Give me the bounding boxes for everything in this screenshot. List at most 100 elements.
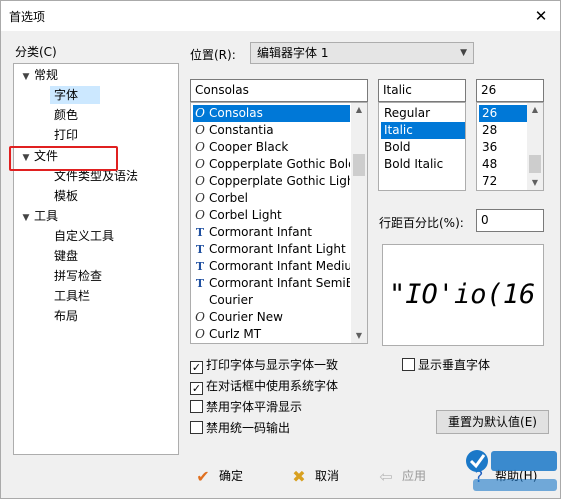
font-style-item[interactable]: Bold Italic [381, 156, 465, 173]
title-bar: 首选项 ✕ [1, 1, 560, 31]
font-size-item[interactable]: 36 [479, 139, 527, 156]
font-name: Constantia [209, 123, 274, 137]
font-style-item[interactable]: Regular [381, 105, 465, 122]
tree-item-label: 字体 [54, 88, 79, 102]
opentype-icon: O [193, 343, 207, 344]
tree-item[interactable]: ▼ 工具 [18, 207, 176, 225]
tree-item[interactable]: 字体 [50, 86, 100, 104]
chevron-down-icon[interactable]: ▼ [18, 209, 34, 227]
font-list-item[interactable]: T Cormorant Infant [193, 224, 350, 241]
font-name: Cormorant Infant Light [209, 242, 346, 256]
highlight-box [9, 146, 118, 171]
tree-item-label: 模板 [54, 189, 79, 203]
scroll-thumb[interactable] [353, 154, 365, 176]
font-preview: "IO'io(16 [382, 244, 544, 346]
dialog-title: 首选项 [9, 10, 46, 24]
tree-item-label: 布局 [54, 309, 79, 323]
scroll-up-icon[interactable]: ▲ [527, 103, 543, 117]
line-spacing-input[interactable]: 0 [476, 209, 544, 232]
ok-label: 确定 [219, 469, 244, 483]
font-list-item[interactable]: O Consolas [193, 105, 350, 122]
tree-item[interactable]: 工具栏 [50, 287, 100, 305]
font-list-item[interactable]: O Copperplate Gothic Bold [193, 156, 350, 173]
tree-item-label: 颜色 [54, 108, 79, 122]
tree-item-label: 键盘 [54, 249, 79, 263]
font-list-item[interactable]: T Cormorant Infant Medium [193, 258, 350, 275]
tree-item[interactable]: 拼写检查 [50, 267, 102, 285]
chevron-down-icon[interactable]: ▼ [18, 68, 34, 86]
font-list-item[interactable]: O Copperplate Gothic Light [193, 173, 350, 190]
font-size-item[interactable]: 28 [479, 122, 527, 139]
checkbox-box [190, 421, 203, 434]
scroll-down-icon[interactable]: ▼ [351, 329, 367, 343]
arrow-left-icon: ⇦ [379, 467, 393, 486]
truetype-icon: T [195, 260, 205, 273]
font-list-item[interactable]: T Cormorant Infant SemiBold [193, 275, 350, 292]
ok-button[interactable]: ✔ 确定 [193, 465, 243, 487]
tree-item[interactable]: 模板 [50, 187, 100, 205]
truetype-icon: T [195, 243, 205, 256]
close-button[interactable]: ✕ [530, 5, 552, 27]
option-checkbox[interactable]: 禁用统一码输出 [190, 420, 290, 436]
font-size-item[interactable]: 26 [479, 105, 527, 122]
font-name: Courier [209, 293, 253, 307]
font-name: Courier New [209, 310, 283, 324]
opentype-icon: O [195, 327, 205, 341]
category-tree[interactable]: ▼ 常规 字体 颜色 打印 ▼ 文件 文件类型及语法 模板 ▼ 工具 自定义工具 键盘 拼写检查 工具栏 布局 [13, 63, 179, 455]
font-list-item[interactable]: O Curlz MT [193, 326, 350, 343]
font-name: Cormorant Infant [209, 225, 312, 239]
option-checkbox[interactable]: 禁用字体平滑显示 [190, 399, 302, 415]
position-value: 编辑器字体 1 [257, 46, 329, 60]
font-style-item[interactable]: Bold [381, 139, 465, 156]
checkbox-box: ✓ [190, 382, 203, 395]
font-style-list[interactable]: Regular Italic Bold Bold Italic [378, 102, 466, 191]
tree-item[interactable]: 打印 [50, 126, 100, 144]
font-list-item[interactable]: Courier [193, 292, 350, 309]
font-list-item[interactable]: ODejaVu Math TeX Gyre [193, 343, 350, 344]
checkbox-box [402, 358, 415, 371]
font-list-item[interactable]: O Corbel Light [193, 207, 350, 224]
reset-defaults-button[interactable]: 重置为默认值(E) [436, 410, 549, 434]
opentype-icon: O [195, 174, 205, 188]
position-select[interactable]: 编辑器字体 1 ▼ [250, 42, 474, 64]
tree-item-label: 工具栏 [54, 289, 91, 303]
font-list[interactable]: O Consolas O Constantia O Cooper Black O Copper… [190, 102, 368, 344]
tree-item[interactable]: 颜色 [50, 106, 100, 124]
chevron-down-icon: ▼ [460, 48, 467, 58]
font-list-item[interactable]: O Constantia [193, 122, 350, 139]
font-list-item[interactable]: O Courier New [193, 309, 350, 326]
cancel-button[interactable]: ✖ 取消 [289, 465, 339, 487]
option-label: 打印字体与显示字体一致 [206, 358, 339, 372]
opentype-icon: O [195, 208, 205, 222]
font-style-item[interactable]: Italic [381, 122, 465, 139]
tree-item[interactable]: ▼ 常规 [18, 66, 176, 84]
tree-item[interactable]: 布局 [50, 307, 100, 325]
font-list-scrollbar[interactable]: ▲ ▼ [351, 103, 367, 343]
font-style-input[interactable]: Italic [378, 79, 466, 102]
option-checkbox[interactable]: ✓ 在对话框中使用系统字体 [190, 378, 338, 395]
checkmark-icon: ✔ [196, 467, 210, 486]
scroll-thumb[interactable] [529, 155, 541, 173]
font-size-item[interactable]: 72 [479, 173, 527, 190]
font-size-input[interactable]: 26 [476, 79, 544, 102]
position-label: 位置(R): [190, 48, 236, 62]
tree-item[interactable]: 自定义工具 [50, 227, 114, 245]
truetype-icon: T [195, 277, 205, 290]
tree-item[interactable]: 键盘 [50, 247, 100, 265]
font-name: Corbel [209, 191, 248, 205]
font-list-item[interactable]: O Corbel [193, 190, 350, 207]
show-vertical-font-checkbox[interactable]: 显示垂直字体 [402, 357, 490, 373]
opentype-icon: O [195, 310, 205, 324]
font-list-item[interactable]: O Cooper Black [193, 139, 350, 156]
option-checkbox[interactable]: ✓ 打印字体与显示字体一致 [190, 357, 339, 374]
font-size-scrollbar[interactable]: ▲ ▼ [527, 103, 543, 190]
font-list-item[interactable]: T Cormorant Infant Light [193, 241, 350, 258]
preview-text: "IO'io(16 [389, 279, 536, 310]
apply-button[interactable]: ⇦ 应用 [376, 465, 426, 487]
font-name-input[interactable]: Consolas [190, 79, 368, 102]
font-size-item[interactable]: 48 [479, 156, 527, 173]
font-name: Cormorant Infant SemiBold [209, 276, 350, 290]
scroll-down-icon[interactable]: ▼ [527, 176, 543, 190]
scroll-up-icon[interactable]: ▲ [351, 103, 367, 117]
cancel-label: 取消 [315, 469, 340, 483]
